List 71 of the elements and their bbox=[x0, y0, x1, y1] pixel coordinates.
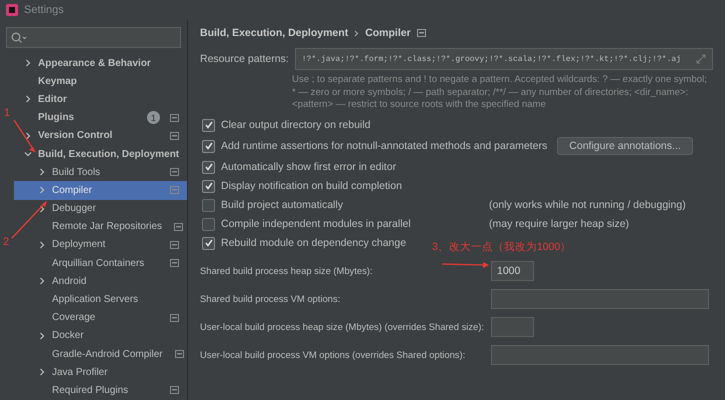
annotation-number: 1 bbox=[4, 107, 10, 119]
chevron-down-icon[interactable] bbox=[24, 150, 32, 158]
chevron-right-icon[interactable] bbox=[24, 95, 32, 104]
chevron-right-icon[interactable] bbox=[38, 186, 46, 194]
chevron-right-icon[interactable] bbox=[38, 332, 46, 340]
tree-item[interactable]: Appearance & Behavior bbox=[14, 54, 187, 72]
search-field[interactable] bbox=[6, 27, 181, 48]
checkbox-label[interactable]: Compile independent modules in parallel bbox=[221, 218, 411, 230]
configure-annotations-button[interactable]: Configure annotations... bbox=[557, 137, 693, 155]
chevron-right-icon[interactable] bbox=[24, 132, 32, 140]
resource-patterns-field[interactable]: !?*.java;!?*.form;!?*.class;!?*.groovy;!?*.scala;!?*.flex;!?*.kt;!?*.clj;!?*.aj bbox=[294, 48, 713, 70]
checkbox[interactable] bbox=[202, 180, 215, 192]
chevron-right-icon[interactable] bbox=[38, 240, 46, 249]
tree-item[interactable]: Coverage bbox=[14, 308, 187, 327]
tree-item[interactable]: Gradle-Android Compiler bbox=[14, 345, 187, 364]
project-scope-icon bbox=[416, 29, 426, 37]
checkbox[interactable] bbox=[202, 236, 215, 250]
checkbox[interactable] bbox=[202, 198, 215, 212]
window-title: Settings bbox=[24, 4, 64, 16]
tree-item[interactable]: Application Servers bbox=[14, 290, 187, 309]
field-label: Resource patterns: bbox=[200, 53, 289, 65]
checkbox-label[interactable]: Display notification on build completion bbox=[221, 180, 402, 192]
breadcrumb-item: Build, Execution, Deployment bbox=[200, 27, 348, 39]
checkbox[interactable] bbox=[202, 118, 215, 132]
checkbox[interactable] bbox=[202, 218, 215, 230]
tree-item[interactable]: Build Tools bbox=[14, 163, 187, 182]
chevron-right-icon[interactable] bbox=[38, 277, 46, 286]
breadcrumb-item: Compiler bbox=[365, 27, 411, 39]
input-field[interactable] bbox=[491, 344, 709, 364]
field-label: Shared build process heap size (Mbytes): bbox=[200, 265, 372, 276]
tree-item[interactable]: Android bbox=[14, 272, 187, 290]
tree-item[interactable]: Version Control bbox=[14, 126, 187, 145]
checkbox-label[interactable]: Build project automatically bbox=[221, 199, 343, 211]
hint-text: Use ; to separate patterns and ! to negate a pattern. Accepted wildcards: ? — exactly one symbol; * — zero or more symbols; / — path separator; /**/ — any number of directories; <dir_name>: <pattern> — restrict to source roots with the specified name bbox=[292, 74, 708, 112]
tree-item[interactable]: Docker bbox=[14, 326, 187, 345]
input-field[interactable] bbox=[491, 316, 534, 336]
tree-item[interactable]: Required Plugins bbox=[14, 381, 187, 400]
checkbox[interactable] bbox=[202, 140, 215, 152]
chevron-right-icon[interactable] bbox=[38, 168, 46, 176]
note-text: (only works while not running / debugging) bbox=[489, 199, 686, 211]
annotation-arrow bbox=[13, 120, 36, 152]
annotation-text: 3、改大一点（我改为1000） bbox=[432, 240, 572, 254]
annotation-number: 2 bbox=[3, 236, 10, 248]
field-label: User-local build process heap size (Mbytes) (overrides Shared size): bbox=[200, 321, 484, 332]
tree-item[interactable]: Keymap bbox=[14, 72, 187, 90]
tree-item[interactable]: Plugins 1 bbox=[14, 108, 187, 127]
tree-item[interactable]: Build, Execution, Deployment bbox=[14, 144, 187, 164]
field-label: Shared build process VM options: bbox=[200, 293, 340, 304]
tree-item[interactable]: Arquillian Containers bbox=[14, 254, 187, 272]
checkbox-label[interactable]: Add runtime assertions for notnull-annotated methods and parameters bbox=[221, 140, 548, 152]
checkbox-label[interactable]: Automatically show first error in editor bbox=[221, 161, 396, 173]
checkbox[interactable] bbox=[202, 160, 215, 174]
field-label: User-local build process VM options (overrides Shared options): bbox=[200, 349, 466, 360]
annotation-arrow bbox=[12, 201, 47, 238]
count-badge: 1 bbox=[147, 111, 160, 124]
chevron-right-icon[interactable] bbox=[24, 59, 32, 68]
breadcrumb-separator-icon bbox=[354, 30, 360, 36]
search-icon bbox=[11, 32, 27, 44]
tree-item[interactable]: Compiler bbox=[14, 181, 187, 200]
app-logo-icon bbox=[6, 4, 18, 16]
note-text: (may require larger heap size) bbox=[489, 218, 630, 230]
checkbox-label[interactable]: Clear output directory on rebuild bbox=[221, 119, 370, 131]
chevron-right-icon[interactable] bbox=[38, 368, 46, 376]
tree-item[interactable]: Deployment bbox=[14, 236, 187, 254]
tree-item[interactable]: Remote Jar Repositories bbox=[14, 218, 187, 236]
tree-item[interactable]: Java Profiler bbox=[14, 363, 187, 382]
checkbox-label[interactable]: Rebuild module on dependency change bbox=[221, 237, 406, 249]
annotation-arrow bbox=[442, 262, 489, 268]
input-field[interactable] bbox=[491, 288, 709, 308]
tree-item[interactable]: Editor bbox=[14, 90, 187, 109]
input-field[interactable]: 1000 bbox=[491, 260, 534, 280]
